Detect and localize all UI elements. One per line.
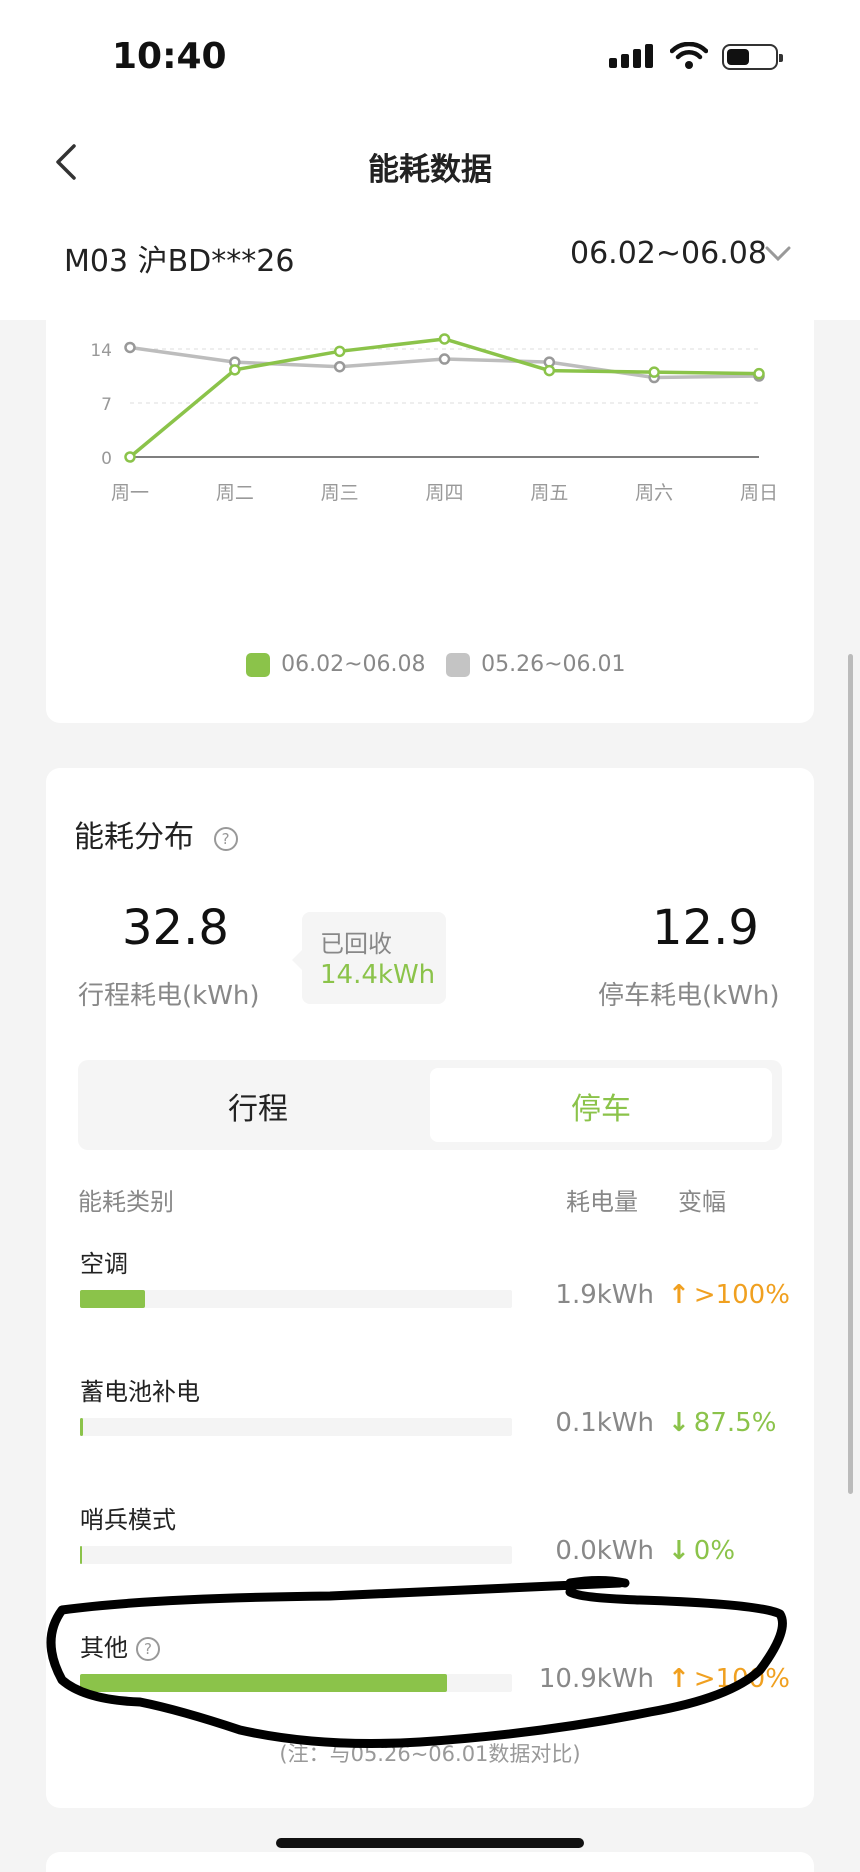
- tooltip-pointer: [292, 950, 302, 970]
- question-icon[interactable]: ?: [213, 826, 238, 851]
- usage-bar-track: [80, 1290, 512, 1308]
- data-point: [229, 364, 241, 376]
- usage-bar-fill: [80, 1418, 84, 1436]
- wifi-icon: [670, 42, 708, 69]
- tab-parking[interactable]: 停车: [430, 1084, 772, 1128]
- y-tick-label: 0: [101, 449, 112, 469]
- recovered-value: 14.4kWh: [320, 960, 436, 990]
- x-tick-label: 周一: [111, 482, 149, 504]
- category-name-text: 空调: [80, 1250, 128, 1278]
- column-header-amount: 耗电量: [566, 1188, 638, 1216]
- y-tick-label: 14: [90, 341, 112, 361]
- section-title: 能耗分布 ?: [74, 812, 238, 856]
- legend-label-previous: 05.26~06.01: [481, 652, 626, 677]
- arrow-up-icon: ↑: [668, 1280, 690, 1310]
- battery-icon: [722, 44, 783, 70]
- nav-bar: [0, 110, 860, 320]
- x-tick-label: 周六: [635, 482, 673, 504]
- column-header-category: 能耗类别: [78, 1188, 174, 1216]
- parking-energy-value: 12.9: [652, 900, 759, 956]
- question-icon[interactable]: ?: [136, 1637, 160, 1661]
- category-amount: 10.9kWh: [538, 1664, 654, 1694]
- chevron-down-icon[interactable]: [765, 246, 791, 262]
- arrow-up-icon: ↑: [668, 1664, 690, 1694]
- cellular-signal-icon: [609, 44, 653, 68]
- data-point: [648, 366, 660, 378]
- category-name: 其他?: [80, 1628, 160, 1663]
- data-point: [438, 353, 451, 365]
- category-change: ↑ >100%: [668, 1280, 790, 1310]
- home-indicator[interactable]: [276, 1838, 584, 1848]
- category-amount: 0.0kWh: [555, 1536, 654, 1566]
- data-point: [124, 451, 136, 463]
- legend-swatch-current: [246, 652, 270, 677]
- data-point: [333, 360, 346, 373]
- data-point: [753, 367, 765, 380]
- usage-bar-track: [80, 1418, 512, 1436]
- x-tick-label: 周三: [321, 482, 359, 504]
- category-name: 哨兵模式: [80, 1500, 176, 1535]
- category-name: 蓄电池补电: [80, 1372, 200, 1407]
- data-point: [333, 345, 346, 358]
- category-amount: 0.1kWh: [555, 1408, 654, 1438]
- category-change-text: 0%: [693, 1536, 736, 1566]
- trip-energy-value: 32.8: [122, 900, 229, 956]
- x-tick-label: 周二: [216, 482, 254, 504]
- data-point: [124, 341, 136, 354]
- trip-energy-label: 行程耗电(kWh): [78, 981, 260, 1011]
- x-tick-label: 周四: [425, 482, 463, 504]
- x-tick-label: 周日: [740, 482, 778, 504]
- legend-swatch-previous: [446, 652, 470, 677]
- category-name-text: 蓄电池补电: [80, 1378, 200, 1406]
- arrow-down-icon: ↓: [668, 1536, 690, 1566]
- legend-current: 06.02~06.08: [246, 652, 426, 677]
- arrow-down-icon: ↓: [668, 1408, 690, 1438]
- status-time: 10:40: [112, 36, 227, 77]
- usage-bar-track: [80, 1546, 512, 1564]
- page-title: 能耗数据: [368, 152, 492, 188]
- category-change: ↓ 87.5%: [668, 1408, 776, 1438]
- y-tick-label: 7: [101, 395, 112, 415]
- tab-trip[interactable]: 行程: [78, 1084, 438, 1128]
- scrollbar[interactable]: [848, 654, 853, 1494]
- legend-previous: 05.26~06.01: [446, 652, 626, 677]
- legend-label-current: 06.02~06.08: [281, 652, 426, 677]
- category-change-text: >100%: [693, 1664, 790, 1694]
- column-header-change: 变幅: [678, 1188, 726, 1216]
- parking-energy-label: 停车耗电(kWh): [598, 981, 780, 1011]
- category-change-text: 87.5%: [693, 1408, 777, 1438]
- category-change: ↓ 0%: [668, 1536, 735, 1566]
- next-card-edge: [46, 1852, 814, 1872]
- vehicle-selector[interactable]: M03 沪BD***26: [64, 236, 294, 280]
- energy-line-chart: 0 7 14 周一 周二 周三 周四 周五 周六 周日: [90, 333, 778, 504]
- comparison-note: (注：与05.26~06.01数据对比): [279, 1742, 581, 1766]
- usage-bar-track: [80, 1674, 512, 1692]
- category-name-text: 其他: [80, 1634, 128, 1662]
- usage-bar-fill: [80, 1674, 448, 1692]
- data-point: [543, 364, 556, 377]
- category-name: 空调: [80, 1244, 128, 1279]
- category-change-text: >100%: [693, 1280, 790, 1310]
- section-title-text: 能耗分布: [74, 820, 194, 855]
- category-change: ↑ >100%: [668, 1664, 790, 1694]
- date-range-selector[interactable]: 06.02~06.08: [570, 236, 767, 271]
- x-tick-label: 周五: [530, 482, 568, 504]
- recovered-label: 已回收: [320, 930, 392, 958]
- usage-bar-fill: [80, 1290, 145, 1308]
- data-point: [438, 333, 451, 345]
- category-name-text: 哨兵模式: [80, 1506, 176, 1534]
- category-amount: 1.9kWh: [555, 1280, 654, 1310]
- usage-bar-fill: [80, 1546, 82, 1564]
